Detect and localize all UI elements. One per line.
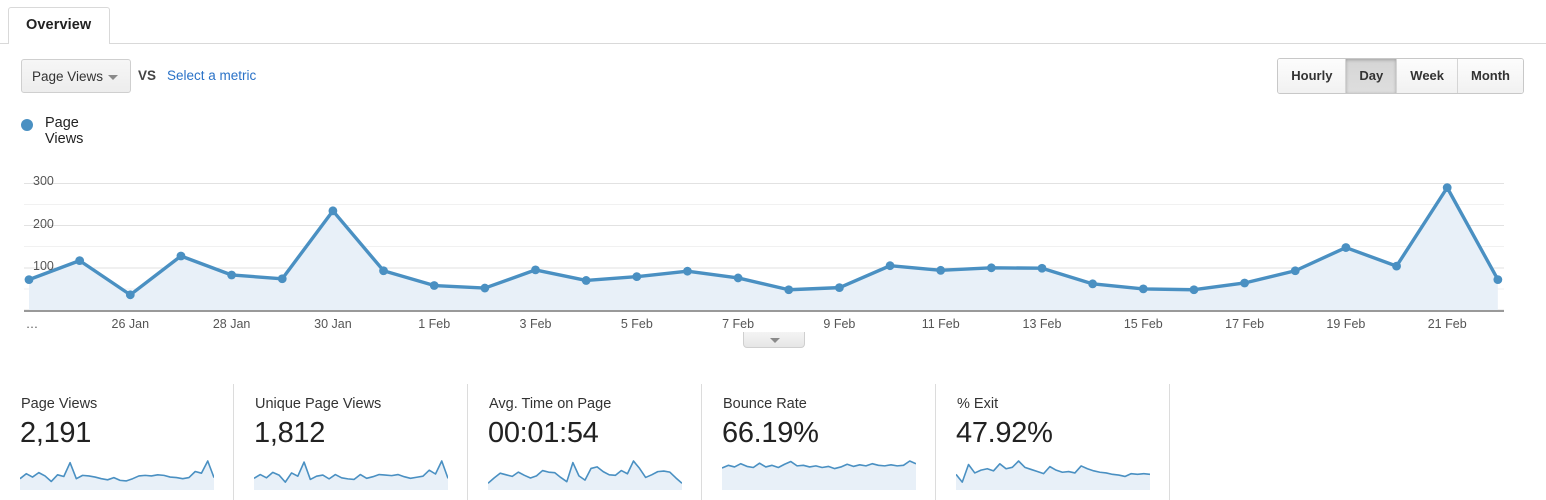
metric-card-sparkline [488,460,682,490]
metric-card-value: 47.92% [956,417,1053,449]
tab-bar: Overview [0,0,1546,44]
chart-data-point[interactable] [1240,278,1249,288]
chart-data-point[interactable] [125,290,135,300]
x-axis-tick-label: 1 Feb [418,317,451,331]
chart-data-point[interactable] [632,272,642,282]
granularity-selector: Hourly Day Week Month [1277,58,1524,94]
metric-card[interactable]: Bounce Rate 66.19% [702,384,936,500]
tab-overview[interactable]: Overview [8,7,111,44]
x-axis-tick-label: 3 Feb [519,317,552,331]
chart-data-point[interactable] [581,276,591,285]
metric-card[interactable]: % Exit 47.92% [936,384,1170,500]
chart-data-point[interactable] [1088,279,1098,289]
primary-metric-label: Page Views [32,69,104,84]
x-axis-tick-label: 17 Feb [1225,317,1265,331]
metric-card-title: Bounce Rate [723,396,807,412]
chart-data-point[interactable] [531,265,540,275]
x-axis-tick-label: … [25,317,39,331]
chart-data-point[interactable] [24,275,34,285]
chart-data-point[interactable] [986,263,996,273]
metric-card-title: Avg. Time on Page [489,396,612,412]
x-axis-tick-label: 11 Feb [921,317,960,331]
chart-data-point[interactable] [1138,284,1148,294]
chart-data-point[interactable] [227,270,237,280]
chart-data-point[interactable] [176,251,186,261]
x-axis-tick-label: 19 Feb [1326,317,1366,331]
granularity-week-button[interactable]: Week [1397,59,1459,93]
metric-card[interactable]: Unique Page Views 1,812 [234,384,468,500]
chart-data-point[interactable] [683,266,692,276]
chart-data-point[interactable] [1189,285,1199,295]
page-views-chart-svg [24,182,1504,312]
chart-data-point[interactable] [1290,266,1300,276]
chart-data-point[interactable] [1493,275,1503,285]
metric-card-value: 00:01:54 [488,417,599,449]
metric-card-sparkline [254,460,448,490]
chart-data-point[interactable] [1442,183,1452,193]
chart-controls: Page Views VS Select a metric Hourly Day… [0,44,1546,108]
chart-data-point[interactable] [1037,263,1047,273]
metric-card-value: 2,191 [20,417,92,449]
granularity-day-button[interactable]: Day [1346,59,1398,93]
y-axis-tick-label: 100 [33,258,54,273]
chart-collapse-handle[interactable] [743,332,805,348]
chart-data-point[interactable] [936,265,946,275]
chart-data-point[interactable] [835,283,844,293]
chart-data-point[interactable] [379,266,388,276]
chart-data-point[interactable] [75,256,85,266]
chart-area-fill [29,187,1498,310]
metric-card[interactable]: Page Views 2,191 [0,384,234,500]
granularity-month-button[interactable]: Month [1458,59,1523,93]
metric-card-title: % Exit [957,396,999,412]
y-axis-tick-label: 300 [33,174,54,189]
select-secondary-metric-link[interactable]: Select a metric [167,68,256,83]
x-axis-tick-label: 28 Jan [212,317,251,331]
chart-data-point[interactable] [1392,261,1401,271]
x-axis-tick-label: 5 Feb [620,317,653,331]
chart-data-point[interactable] [1341,243,1351,252]
chart-data-point[interactable] [885,261,895,271]
metric-card-sparkline [722,460,916,490]
chart-data-point[interactable] [429,281,439,290]
x-axis-tick-label: 30 Jan [314,317,352,331]
legend-color-dot [21,119,33,131]
metric-card-sparkline [20,460,214,490]
page-views-chart[interactable]: 100 200 300 … 26 Jan 28 Jan 30 Jan 1 Feb 3 Feb 5… [0,140,1546,345]
chevron-down-icon [108,75,118,80]
x-axis-tick-label: 9 Feb [823,317,856,331]
vs-label: VS [138,68,157,83]
primary-metric-dropdown[interactable]: Page Views [21,59,131,93]
metric-card-sparkline [956,460,1150,490]
x-axis-tick-label: 15 Feb [1123,317,1163,331]
x-axis-tick-label: 26 Jan [111,317,150,331]
x-axis-tick-label: 21 Feb [1427,317,1467,331]
chart-data-point[interactable] [784,285,794,295]
metric-card-row: Page Views 2,191 Unique Page Views 1,812 Avg… [0,384,1546,500]
chart-data-point[interactable] [480,283,490,293]
granularity-hourly-button[interactable]: Hourly [1278,59,1347,93]
metric-card-value: 66.19% [722,417,819,449]
metric-card-title: Page Views [21,396,98,412]
tab-overview-label: Overview [26,17,92,33]
y-axis-tick-label: 200 [33,216,54,231]
metric-card[interactable]: Avg. Time on Page 00:01:54 [468,384,702,500]
x-axis-tick-label: 7 Feb [722,317,755,331]
metric-card-value: 1,812 [254,417,326,449]
x-axis-tick-label: 13 Feb [1022,317,1062,331]
chart-data-point[interactable] [733,273,743,283]
chart-data-point[interactable] [277,274,287,284]
chevron-down-icon [770,338,780,343]
metric-card-title: Unique Page Views [255,396,382,412]
chart-data-point[interactable] [328,206,338,216]
